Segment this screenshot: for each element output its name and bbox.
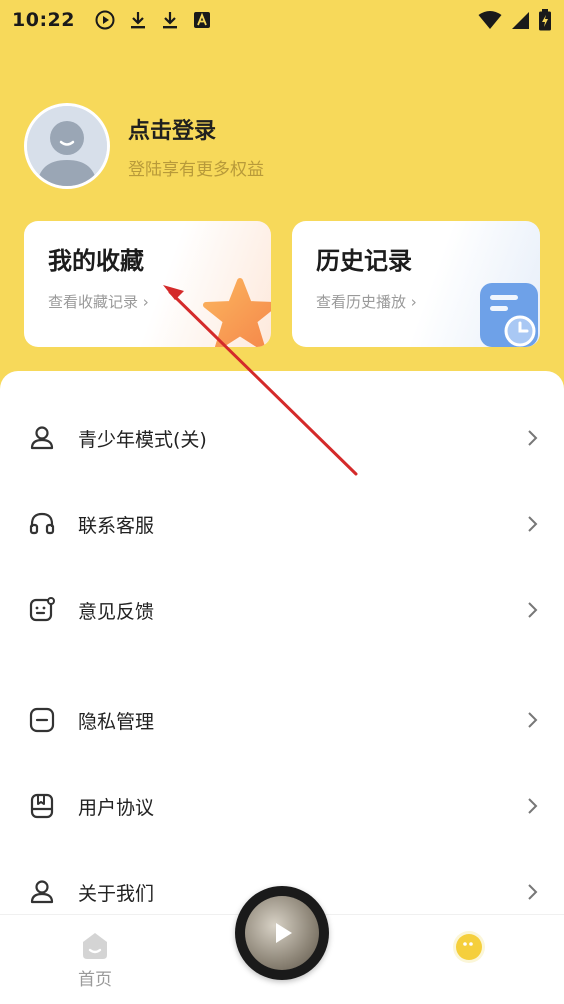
history-clock-icon <box>480 283 538 347</box>
home-icon <box>83 933 107 959</box>
chevron-right-icon <box>528 516 538 532</box>
history-card[interactable]: 历史记录 查看历史播放 › <box>292 221 540 347</box>
profile-login[interactable]: 点击登录 登陆享有更多权益 <box>24 103 264 189</box>
default-avatar-icon <box>27 106 107 186</box>
menu-label-customer-service: 联系客服 <box>78 514 155 537</box>
me-tab-icon <box>453 931 485 963</box>
battery-charging-icon <box>539 9 551 31</box>
favorites-subtitle: 查看收藏记录 › <box>48 293 149 311</box>
status-bar: 10:22 <box>0 0 564 40</box>
menu-item-privacy[interactable]: 隐私管理 <box>0 690 564 750</box>
login-subtitle: 登陆享有更多权益 <box>128 159 264 180</box>
play-circle-icon <box>95 10 115 30</box>
status-time: 10:22 <box>12 9 75 31</box>
chevron-right-icon <box>528 884 538 900</box>
login-title[interactable]: 点击登录 <box>128 113 264 145</box>
wifi-icon <box>478 11 502 29</box>
history-title: 历史记录 <box>316 247 412 275</box>
menu-item-feedback[interactable]: 意见反馈 <box>0 580 564 640</box>
chevron-right-icon <box>528 430 538 446</box>
favorites-title: 我的收藏 <box>48 247 144 275</box>
menu-item-customer-service[interactable]: 联系客服 <box>0 494 564 554</box>
nav-home-label: 首页 <box>78 970 112 990</box>
signal-icon <box>512 12 529 29</box>
profile-text[interactable]: 点击登录 登陆享有更多权益 <box>128 113 264 180</box>
history-subtitle: 查看历史播放 › <box>316 293 417 311</box>
chevron-right-icon <box>528 798 538 814</box>
avatar[interactable] <box>24 103 110 189</box>
teen-mode-icon <box>30 426 54 450</box>
menu-label-user-agreement: 用户协议 <box>78 796 155 819</box>
menu-item-user-agreement[interactable]: 用户协议 <box>0 776 564 836</box>
menu-label-privacy: 隐私管理 <box>78 710 155 733</box>
agreement-icon <box>30 793 54 819</box>
feedback-icon <box>29 597 55 622</box>
a-badge-icon <box>193 12 210 28</box>
player-disc-button[interactable] <box>235 886 329 980</box>
menu-label-about-us: 关于我们 <box>78 882 155 905</box>
star-icon <box>203 278 271 347</box>
headset-icon <box>29 512 55 535</box>
download-icon <box>130 12 145 29</box>
chevron-right-icon <box>528 712 538 728</box>
about-icon <box>30 880 54 904</box>
nav-home[interactable]: 首页 <box>68 931 122 990</box>
download-icon <box>162 12 177 29</box>
nav-me[interactable] <box>444 927 494 981</box>
album-cover <box>245 896 319 970</box>
status-icons-right <box>478 9 552 31</box>
menu-label-feedback: 意见反馈 <box>78 600 155 623</box>
play-icon <box>276 923 292 943</box>
menu-item-teen-mode[interactable]: 青少年模式(关) <box>0 408 564 468</box>
status-icons-left <box>95 10 211 30</box>
chevron-right-icon <box>528 602 538 618</box>
favorites-card[interactable]: 我的收藏 查看收藏记录 › <box>24 221 271 347</box>
privacy-icon <box>29 707 55 733</box>
menu-label-teen-mode: 青少年模式(关) <box>78 428 207 451</box>
